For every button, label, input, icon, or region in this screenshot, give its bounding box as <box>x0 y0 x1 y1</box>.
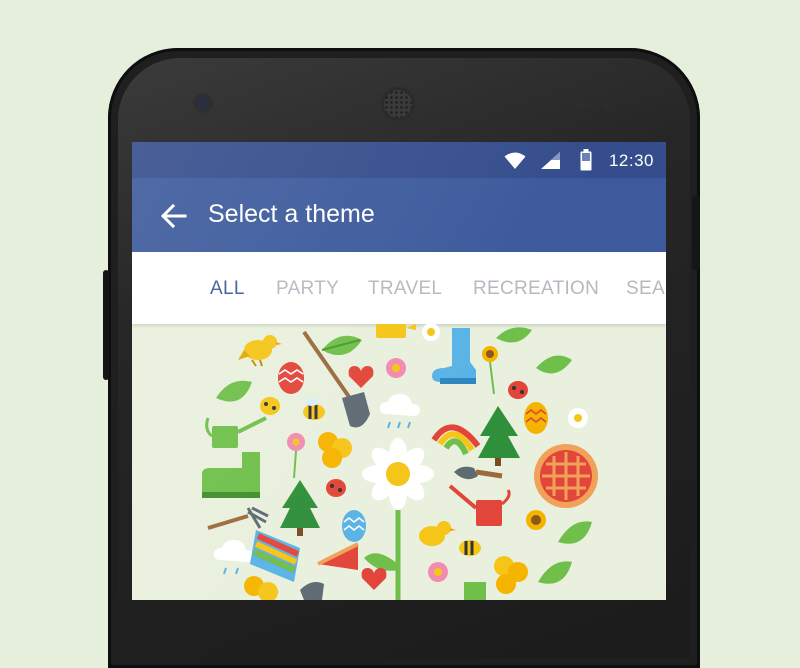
honeycomb-icon <box>244 576 278 600</box>
signal-icon <box>541 152 560 169</box>
watering-can-icon <box>464 582 486 600</box>
flower-icon <box>287 433 305 479</box>
bee-icon <box>459 540 481 556</box>
heart-icon <box>361 568 387 590</box>
status-bar: 12:30 <box>132 142 666 178</box>
wifi-icon <box>504 152 526 169</box>
flower-icon <box>428 562 448 582</box>
rainbow-icon <box>431 424 481 456</box>
sunflower-icon <box>526 510 546 530</box>
tab-party[interactable]: PARTY <box>276 278 339 300</box>
battery-icon <box>580 149 592 171</box>
cloud-icon <box>214 540 254 575</box>
leaf-icon <box>536 355 572 374</box>
honeycomb-icon <box>318 432 352 468</box>
heart-icon <box>348 366 374 388</box>
leaf-icon <box>496 327 532 343</box>
proximity-sensor <box>578 101 586 109</box>
phone-screen: 12:30 Select a theme ALL PARTY TRAVEL RE… <box>132 142 666 600</box>
pie-icon <box>317 542 359 570</box>
tab-all[interactable]: ALL <box>210 278 245 300</box>
phone-side-button <box>692 196 700 270</box>
tab-sea[interactable]: SEA <box>626 278 665 300</box>
watering-can-icon <box>376 324 416 338</box>
egg-icon <box>342 510 366 542</box>
leaf-icon <box>216 380 252 402</box>
rake-icon <box>207 506 269 530</box>
tab-recreation[interactable]: RECREATION <box>473 278 599 300</box>
arrow-back-icon <box>160 203 187 229</box>
watering-can-icon <box>205 416 267 448</box>
status-time: 12:30 <box>608 151 654 170</box>
phone-side-button <box>103 270 109 380</box>
front-camera-icon <box>196 96 210 110</box>
pine-tree-icon <box>478 406 520 466</box>
theme-preview-illustration[interactable] <box>132 324 666 600</box>
app-bar: Select a theme <box>132 178 666 252</box>
ladybug-icon <box>326 479 346 497</box>
back-button[interactable] <box>158 200 190 232</box>
leaf-icon <box>538 561 572 584</box>
bird-icon <box>419 521 456 546</box>
tab-bar: ALL PARTY TRAVEL RECREATION SEA <box>132 252 666 324</box>
bird-icon <box>238 335 282 367</box>
page-title: Select a theme <box>208 200 375 228</box>
pie-icon <box>534 444 598 508</box>
daisy-icon <box>422 324 440 341</box>
bee-icon <box>303 398 325 420</box>
sunflower-icon <box>482 346 498 395</box>
shovel-icon <box>300 582 324 600</box>
honeycomb-icon <box>494 556 528 594</box>
rubber-boot-icon <box>202 452 260 498</box>
pine-tree-icon <box>280 480 320 536</box>
egg-icon <box>278 362 304 394</box>
tab-travel[interactable]: TRAVEL <box>368 278 442 300</box>
ladybug-icon <box>508 381 528 399</box>
watering-can-icon <box>448 484 511 526</box>
ladybug-icon <box>260 397 280 415</box>
trowel-icon <box>454 466 503 480</box>
leaf-icon <box>558 521 592 544</box>
light-sensor <box>602 101 610 109</box>
earpiece-speaker <box>384 90 412 118</box>
egg-icon <box>524 402 548 434</box>
flower-icon <box>386 358 406 378</box>
cloud-icon <box>380 394 420 429</box>
leaf-icon <box>321 335 362 356</box>
rainbow-icon <box>250 530 300 582</box>
daisy-icon <box>568 408 588 428</box>
